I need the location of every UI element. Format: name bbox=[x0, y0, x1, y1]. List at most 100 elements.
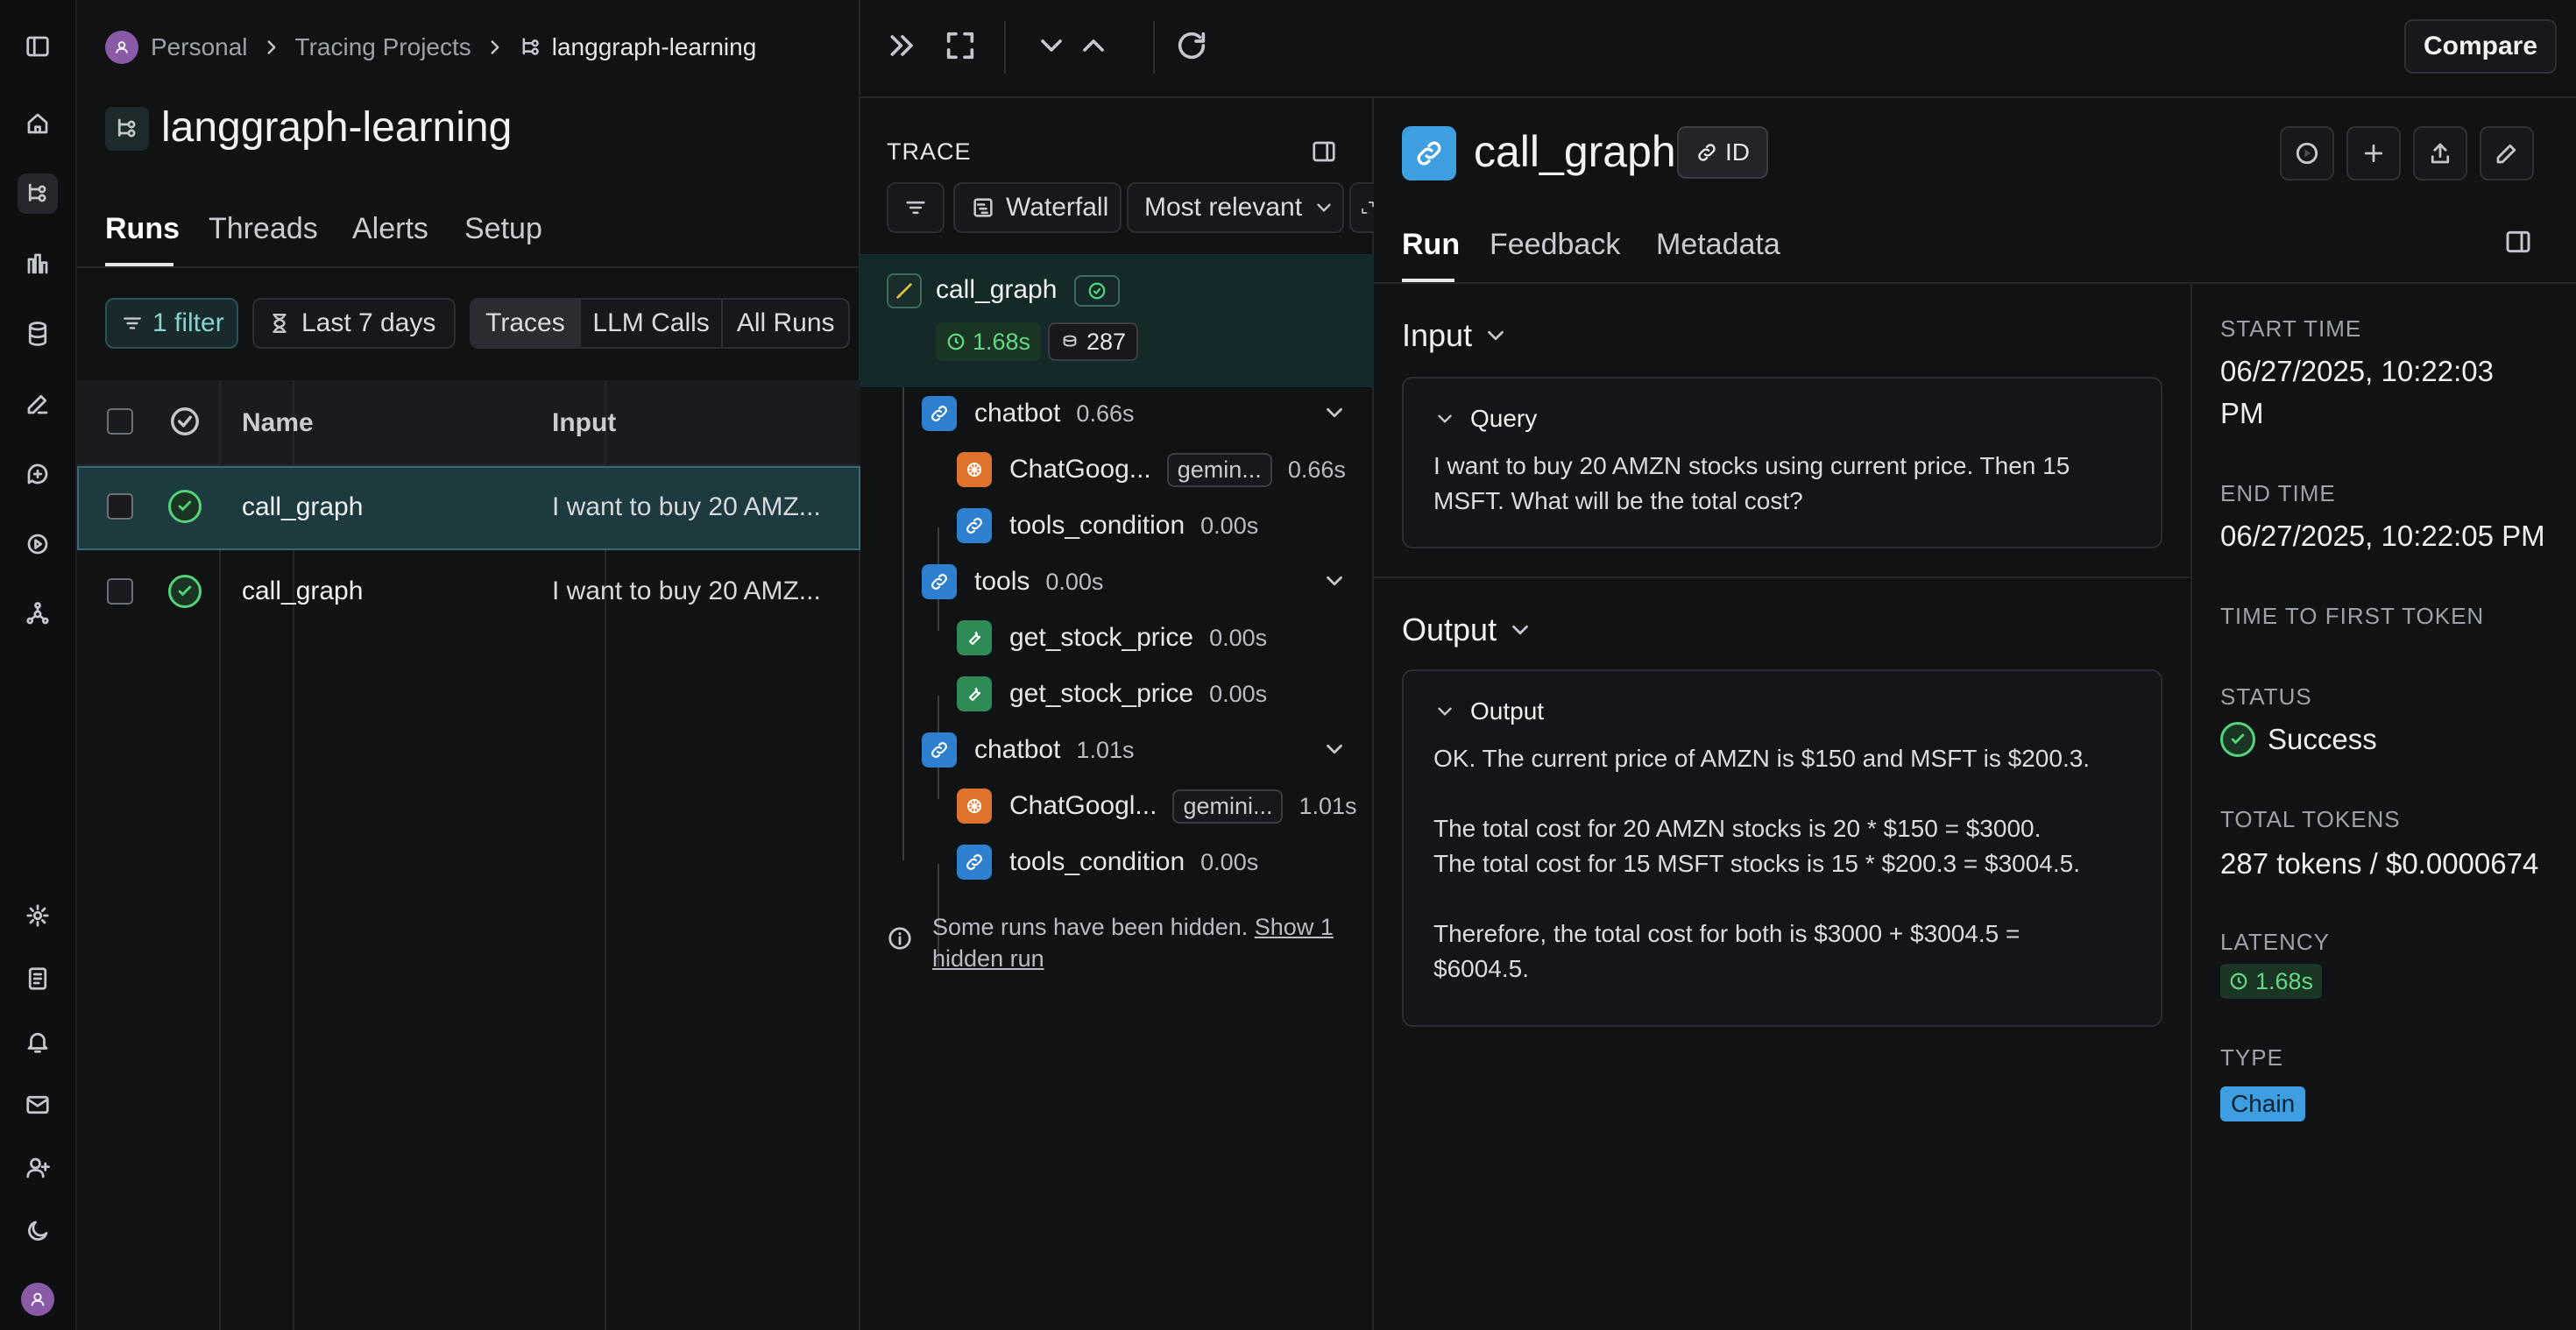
project-icon bbox=[522, 38, 539, 55]
copy-id-button[interactable]: ID bbox=[1677, 126, 1768, 179]
playground-icon[interactable] bbox=[18, 524, 58, 564]
time-range-button[interactable]: Last 7 days bbox=[252, 298, 456, 349]
trace-heading: TRACE bbox=[887, 138, 972, 165]
trace-node-chatbot[interactable]: chatbot 0.66s bbox=[922, 394, 1134, 433]
row-name[interactable]: call_graph bbox=[242, 577, 363, 606]
wrench-icon bbox=[957, 676, 992, 711]
trace-node-chatbot[interactable]: chatbot 1.01s bbox=[922, 731, 1134, 769]
column-header-input[interactable]: Input bbox=[552, 408, 616, 438]
share-button[interactable] bbox=[2413, 126, 2467, 180]
show-hidden-link-cont[interactable]: hidden run bbox=[932, 945, 1044, 972]
start-time-label: START TIME bbox=[2220, 315, 2362, 342]
monitoring-icon[interactable] bbox=[18, 244, 58, 284]
output-toggle[interactable]: Output bbox=[1433, 697, 1544, 725]
filter-button[interactable]: 1 filter bbox=[105, 298, 238, 349]
select-all-checkbox[interactable] bbox=[107, 408, 133, 435]
waterfall-button[interactable]: Waterfall bbox=[953, 182, 1122, 233]
breadcrumb-workspace[interactable]: Personal bbox=[151, 33, 248, 61]
next-run-icon[interactable] bbox=[1034, 28, 1069, 63]
divider bbox=[77, 266, 860, 268]
chevron-right-icon bbox=[491, 40, 499, 54]
trace-node-tools-condition[interactable]: tools_condition 0.00s bbox=[957, 506, 1258, 545]
tab-run[interactable]: Run bbox=[1402, 228, 1460, 262]
replay-button[interactable] bbox=[2280, 126, 2334, 180]
trace-node-llm[interactable]: ChatGoogl... gemini... 1.01s bbox=[957, 787, 1357, 825]
refresh-icon[interactable] bbox=[1174, 28, 1209, 63]
add-button[interactable] bbox=[2346, 126, 2401, 180]
tab-threads[interactable]: Threads bbox=[209, 212, 318, 246]
settings-icon[interactable] bbox=[18, 895, 58, 936]
panel-toggle-icon[interactable] bbox=[1311, 138, 1337, 165]
status-badge bbox=[1074, 275, 1120, 307]
mail-icon[interactable] bbox=[18, 1085, 58, 1125]
row-checkbox[interactable] bbox=[107, 493, 133, 520]
trace-pane: TRACE Waterfall Most relevant call_graph… bbox=[860, 98, 1384, 1330]
datasets-icon[interactable] bbox=[18, 314, 58, 354]
id-label: ID bbox=[1725, 138, 1750, 166]
node-duration: 0.00s bbox=[1209, 680, 1268, 707]
deployments-icon[interactable] bbox=[18, 594, 58, 634]
success-icon bbox=[1088, 282, 1106, 300]
trace-filter-button[interactable] bbox=[887, 182, 945, 233]
side-panel-toggle-icon[interactable] bbox=[2504, 228, 2532, 256]
trace-node-tools[interactable]: tools 0.00s bbox=[922, 562, 1103, 601]
node-name: get_stock_price bbox=[1009, 679, 1194, 708]
output-line: Therefore, the total cost for both is $3… bbox=[1433, 920, 2020, 947]
tab-setup[interactable]: Setup bbox=[464, 212, 542, 246]
chevron-down-icon[interactable] bbox=[1321, 736, 1348, 762]
waterfall-icon bbox=[973, 198, 993, 217]
theme-toggle-icon[interactable] bbox=[18, 1211, 58, 1251]
trace-node-tools-condition[interactable]: tools_condition 0.00s bbox=[957, 843, 1258, 881]
home-icon[interactable] bbox=[18, 103, 58, 144]
node-duration: 0.00s bbox=[1209, 624, 1268, 651]
toggle-sidebar-icon[interactable] bbox=[18, 26, 58, 67]
type-label: TYPE bbox=[2220, 1044, 2283, 1071]
compare-button[interactable]: Compare bbox=[2404, 19, 2557, 74]
query-toggle[interactable]: Query bbox=[1433, 405, 1537, 433]
tracing-projects-icon[interactable] bbox=[18, 173, 58, 214]
tab-metadata[interactable]: Metadata bbox=[1656, 228, 1780, 262]
llm-icon bbox=[957, 789, 992, 824]
node-name: tools_condition bbox=[1009, 847, 1185, 876]
row-name[interactable]: call_graph bbox=[242, 492, 363, 522]
tab-feedback[interactable]: Feedback bbox=[1490, 228, 1620, 262]
end-time-value: 06/27/2025, 10:22:05 PM bbox=[2220, 520, 2545, 552]
expand-icon[interactable] bbox=[943, 28, 978, 63]
coin-stack-icon bbox=[1063, 335, 1077, 347]
show-hidden-link[interactable]: Show 1 bbox=[1255, 914, 1334, 940]
segment-llm-calls[interactable]: LLM Calls bbox=[578, 300, 722, 347]
trace-node-llm[interactable]: ChatGoog... gemin... 0.66s bbox=[957, 450, 1346, 489]
annotation-icon[interactable] bbox=[18, 384, 58, 424]
node-name: chatbot bbox=[974, 735, 1061, 764]
sort-dropdown[interactable]: Most relevant bbox=[1127, 182, 1344, 233]
chevron-down-icon[interactable] bbox=[1321, 400, 1348, 426]
collapse-panel-icon[interactable] bbox=[885, 28, 920, 63]
previous-run-icon[interactable] bbox=[1076, 28, 1111, 63]
segment-all-runs[interactable]: All Runs bbox=[721, 300, 848, 347]
trace-root-row[interactable] bbox=[860, 254, 1374, 387]
tab-alerts[interactable]: Alerts bbox=[352, 212, 428, 246]
trace-node-tool[interactable]: get_stock_price 0.00s bbox=[957, 675, 1267, 713]
chevron-down-icon[interactable] bbox=[1321, 568, 1348, 594]
notifications-icon[interactable] bbox=[18, 1022, 58, 1062]
play-icon bbox=[2296, 142, 2318, 165]
invite-user-icon[interactable] bbox=[18, 1148, 58, 1188]
output-section-toggle[interactable]: Output bbox=[1402, 612, 1533, 648]
start-time-value-line: 06/27/2025, 10:22:03 bbox=[2220, 355, 2494, 387]
segment-traces[interactable]: Traces bbox=[471, 300, 579, 347]
breadcrumb-project[interactable]: langgraph-learning bbox=[552, 33, 757, 61]
input-section-toggle[interactable]: Input bbox=[1402, 317, 1509, 354]
tree-line bbox=[902, 387, 904, 860]
node-name: get_stock_price bbox=[1009, 623, 1194, 652]
edit-button[interactable] bbox=[2480, 126, 2534, 180]
trace-root-name[interactable]: call_graph bbox=[936, 275, 1057, 305]
column-header-name[interactable]: Name bbox=[242, 408, 314, 438]
status-value: Success bbox=[2220, 722, 2377, 757]
breadcrumb-section[interactable]: Tracing Projects bbox=[295, 33, 471, 61]
docs-icon[interactable] bbox=[18, 959, 58, 999]
tab-runs[interactable]: Runs bbox=[105, 212, 180, 246]
avatar[interactable] bbox=[18, 1279, 58, 1319]
trace-node-tool[interactable]: get_stock_price 0.00s bbox=[957, 619, 1267, 657]
prompts-icon[interactable] bbox=[18, 454, 58, 494]
row-checkbox[interactable] bbox=[107, 578, 133, 605]
